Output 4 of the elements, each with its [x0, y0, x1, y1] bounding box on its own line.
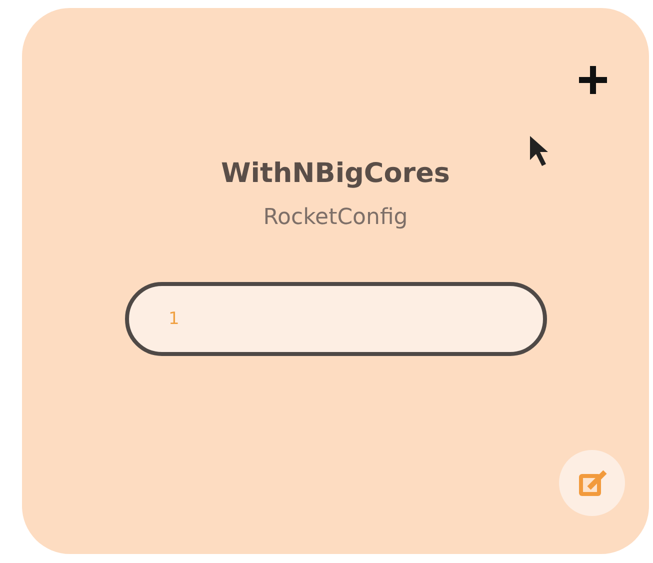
- input-field[interactable]: 1: [124, 282, 546, 356]
- card-title: WithNBigCores: [221, 158, 450, 189]
- card-subtitle: RocketConfig: [263, 205, 408, 230]
- cursor-icon: [528, 134, 550, 168]
